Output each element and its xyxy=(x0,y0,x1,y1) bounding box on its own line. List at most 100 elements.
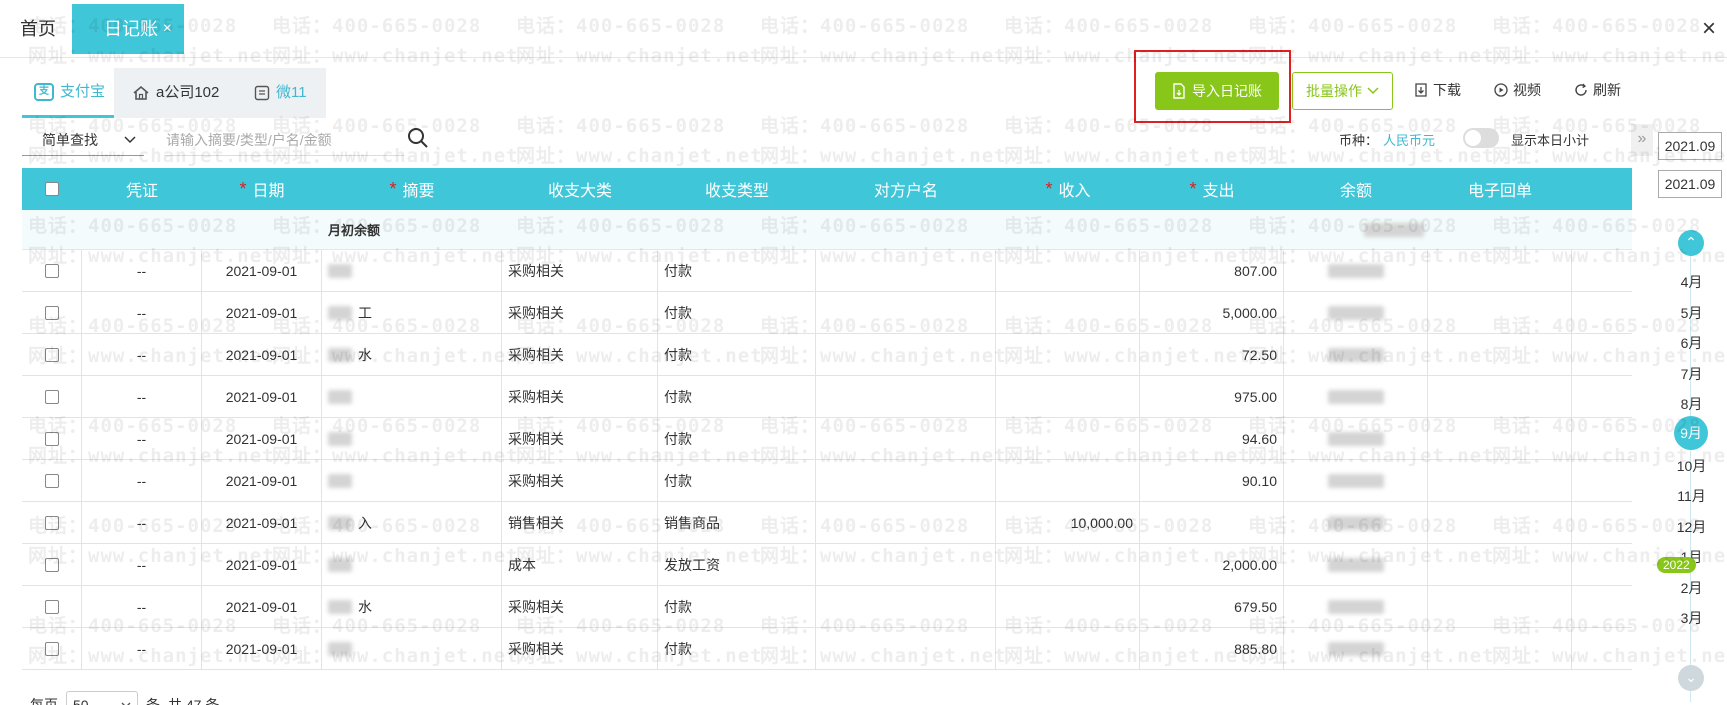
header-date: * 日期 xyxy=(239,178,285,201)
spacer-cell xyxy=(1572,544,1632,585)
e-receipt-cell xyxy=(1428,334,1572,375)
month-item[interactable]: 12月 xyxy=(1656,517,1727,537)
e-receipt-cell xyxy=(1428,502,1572,543)
month-item[interactable]: 3月 xyxy=(1656,608,1727,628)
row-select-cell[interactable] xyxy=(22,334,82,375)
tab-close-icon[interactable]: × xyxy=(163,4,172,54)
month-item[interactable]: 7月 xyxy=(1656,364,1727,384)
expense-cell-text: 885.80 xyxy=(1234,640,1277,657)
row-select-cell[interactable] xyxy=(22,586,82,627)
row-checkbox[interactable] xyxy=(44,263,59,278)
voucher-cell-text: -- xyxy=(136,514,147,531)
e-receipt-cell xyxy=(1428,418,1572,459)
table-header: 凭证 * 日期 * 摘要 收支大类 收支类型 对方户名 * 收入 * 支出 余额 电子回… xyxy=(22,168,1632,210)
row-checkbox[interactable] xyxy=(44,515,59,530)
tab-home[interactable]: 首页 xyxy=(20,4,56,54)
date-cell: 2021-09-01 xyxy=(202,586,322,627)
search-icon[interactable] xyxy=(406,126,430,150)
opening-balance-value xyxy=(1322,210,1466,249)
row-select-cell[interactable] xyxy=(22,628,82,669)
expense-cell-text: 2,000.00 xyxy=(1222,556,1278,573)
category-cell-text: 采购相关 xyxy=(508,346,564,363)
account-tab-wechat[interactable]: 微11 xyxy=(254,68,307,118)
row-checkbox[interactable] xyxy=(44,347,59,362)
type-cell-text: 发放工资 xyxy=(664,556,720,573)
scroll-up-icon[interactable]: ⌃ xyxy=(1678,230,1704,256)
row-select-cell[interactable] xyxy=(22,460,82,501)
row-select-cell[interactable] xyxy=(22,418,82,459)
voucher-cell: -- xyxy=(82,292,202,333)
collapse-panel-icon[interactable]: » xyxy=(1631,124,1653,156)
search-input[interactable] xyxy=(164,124,404,156)
category-cell: 采购相关 xyxy=(502,334,658,375)
journal-table: 凭证 * 日期 * 摘要 收支大类 收支类型 对方户名 * 收入 * 支出 余额 电子回… xyxy=(22,168,1632,670)
row-select-cell[interactable] xyxy=(22,376,82,417)
row-select-cell[interactable] xyxy=(22,250,82,291)
download-button[interactable]: 下载 xyxy=(1414,80,1461,100)
search-mode-select[interactable]: 简单查找 xyxy=(22,124,144,156)
payee-cell xyxy=(816,292,996,333)
page-size-select[interactable]: 50 xyxy=(66,691,138,705)
video-button[interactable]: 视频 xyxy=(1494,80,1541,100)
batch-operations-button[interactable]: 批量操作 xyxy=(1292,72,1393,110)
row-select-cell[interactable] xyxy=(22,292,82,333)
refresh-label: 刷新 xyxy=(1593,82,1621,98)
start-date-box[interactable]: 2021.09 xyxy=(1658,132,1722,160)
income-cell xyxy=(996,418,1140,459)
daily-subtotal-toggle[interactable] xyxy=(1463,128,1499,148)
account-tab-company[interactable]: a公司102 xyxy=(132,68,219,118)
row-checkbox[interactable] xyxy=(44,473,59,488)
watermark-site: 网址：www.chanjet.net xyxy=(1004,145,1251,167)
voucher-cell-text: -- xyxy=(136,430,147,447)
row-checkbox[interactable] xyxy=(44,641,59,656)
month-item[interactable]: 8月 xyxy=(1656,394,1727,414)
income-cell xyxy=(996,628,1140,669)
download-label: 下载 xyxy=(1433,82,1461,98)
category-cell-text: 采购相关 xyxy=(508,640,564,657)
row-checkbox[interactable] xyxy=(44,389,59,404)
table-row: -- 2021-09-01 入 销售相关 销售商品 10,000.00 xyxy=(22,502,1632,544)
row-checkbox[interactable] xyxy=(44,305,59,320)
month-item[interactable]: 11月 xyxy=(1656,486,1727,506)
date-cell-text: 2021-09-01 xyxy=(225,388,298,405)
month-item[interactable]: 9月 xyxy=(1674,416,1708,450)
scroll-down-icon[interactable]: ⌄ xyxy=(1678,665,1704,691)
expense-cell-text: 975.00 xyxy=(1234,388,1277,405)
row-checkbox[interactable] xyxy=(44,599,59,614)
tab-journal[interactable]: 日记账 × xyxy=(72,4,184,54)
refresh-button[interactable]: 刷新 xyxy=(1574,80,1621,100)
month-item[interactable]: 5月 xyxy=(1656,303,1727,323)
table-row: -- 2021-09-01 水 采购相关 付款 679.50 xyxy=(22,586,1632,628)
type-cell-text: 付款 xyxy=(664,304,692,321)
balance-cell xyxy=(1284,460,1428,501)
table-row: -- 2021-09-01 采购相关 付款 807.00 xyxy=(22,250,1632,292)
month-panel: 2021.09 2021.09 ⌃ 4月5月6月7月8月9月10月11月12月1… xyxy=(1656,124,1727,705)
row-checkbox[interactable] xyxy=(44,557,59,572)
row-select-cell[interactable] xyxy=(22,502,82,543)
category-cell-text: 采购相关 xyxy=(508,262,564,279)
date-cell: 2021-09-01 xyxy=(202,334,322,375)
income-cell xyxy=(996,460,1140,501)
month-item[interactable]: 4月 xyxy=(1656,272,1727,292)
currency-select[interactable]: 人民币元 xyxy=(1383,130,1435,149)
month-item[interactable]: 2月 xyxy=(1656,578,1727,598)
house-icon xyxy=(132,85,150,101)
month-item[interactable]: 6月 xyxy=(1656,333,1727,353)
select-all-checkbox[interactable] xyxy=(45,182,59,196)
expense-cell: 975.00 xyxy=(1140,376,1284,417)
window-close-icon[interactable]: × xyxy=(1691,0,1727,58)
category-cell-text: 采购相关 xyxy=(508,472,564,489)
app-root: 首页 日记账 × × 支 支付宝 a公司102 微11 导入日记账 批量操作 下… xyxy=(0,0,1727,705)
expense-cell-text: 90.10 xyxy=(1241,472,1277,489)
row-select-cell[interactable] xyxy=(22,544,82,585)
month-item[interactable]: 10月 xyxy=(1656,456,1727,476)
row-checkbox[interactable] xyxy=(44,431,59,446)
table-row: -- 2021-09-01 采购相关 付款 90.10 xyxy=(22,460,1632,502)
account-tab-alipay[interactable]: 支 支付宝 xyxy=(22,68,114,118)
summary-cell xyxy=(322,250,502,291)
header-select-all[interactable] xyxy=(22,168,82,210)
end-date-box[interactable]: 2021.09 xyxy=(1658,170,1722,198)
chevron-down-icon xyxy=(124,135,136,143)
spacer-cell xyxy=(1572,250,1632,291)
date-cell-text: 2021-09-01 xyxy=(225,430,298,447)
